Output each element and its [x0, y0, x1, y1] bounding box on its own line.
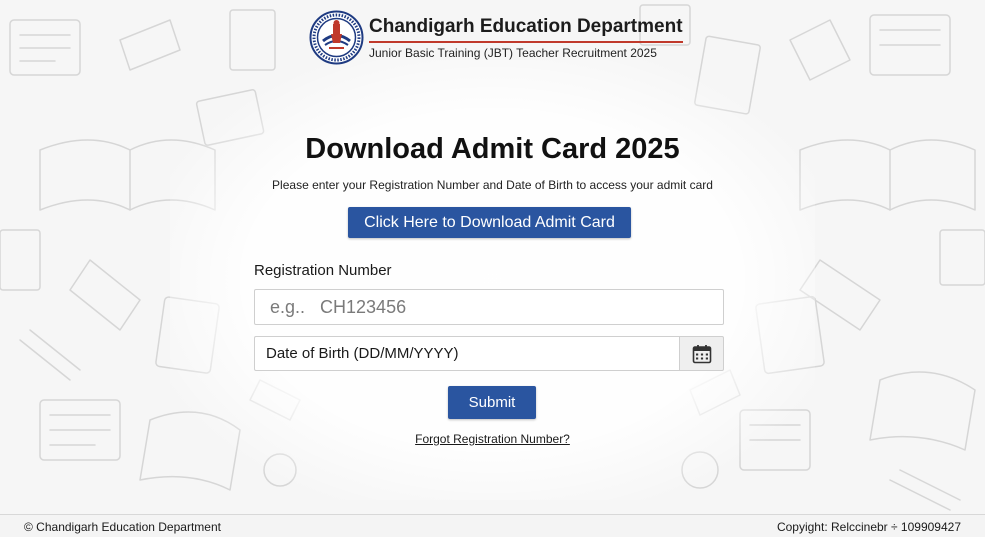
- footer-copyright: © Chandigarh Education Department: [24, 520, 221, 534]
- page-title: Download Admit Card 2025: [305, 133, 680, 165]
- registration-number-label: Registration Number: [254, 262, 392, 279]
- calendar-icon: [692, 344, 711, 363]
- download-admit-card-button[interactable]: Click Here to Download Admit Card: [348, 207, 631, 238]
- calendar-button[interactable]: [679, 336, 724, 371]
- forgot-link-container: Forgot Registration Number?: [0, 430, 985, 448]
- footer: © Chandigarh Education Department Copyig…: [0, 514, 985, 537]
- header-text: Chandigarh Education Department Junior B…: [369, 16, 683, 60]
- recruitment-subtitle: Junior Basic Training (JBT) Teacher Recr…: [369, 45, 657, 60]
- footer-right-text: Copyight: Relccinebr ÷ 109909427: [776, 520, 961, 534]
- registration-number-input[interactable]: [254, 289, 724, 325]
- department-title: Chandigarh Education Department: [369, 16, 683, 43]
- forgot-registration-number-link[interactable]: Forgot Registration Number?: [415, 432, 570, 446]
- date-of-birth-input[interactable]: [254, 336, 680, 371]
- header: Chandigarh Education Department Junior B…: [309, 10, 683, 65]
- department-emblem-icon: [309, 10, 364, 65]
- submit-button[interactable]: Submit: [448, 386, 536, 419]
- instruction-text: Please enter your Registration Number an…: [272, 178, 713, 192]
